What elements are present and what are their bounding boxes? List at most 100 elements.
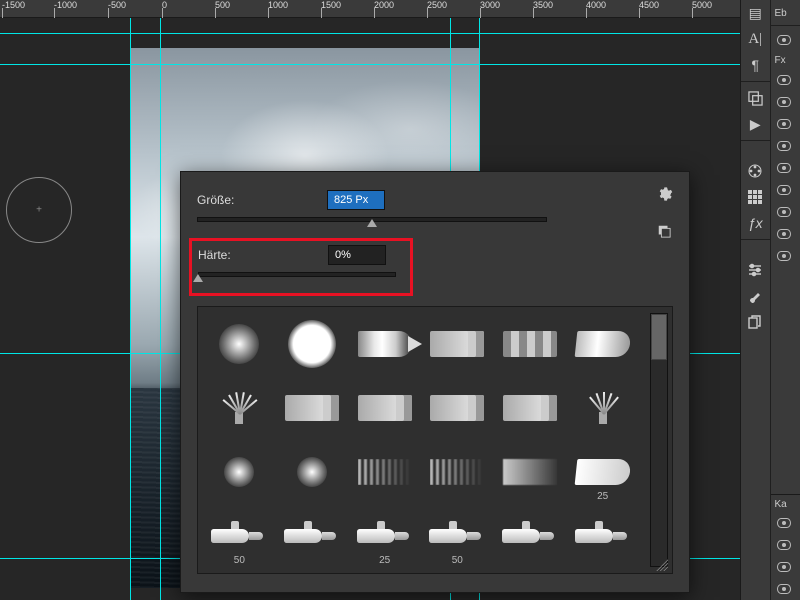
- eye-icon: [777, 562, 791, 572]
- fx-panel-tab[interactable]: Fx: [771, 51, 800, 69]
- eye-icon: [777, 35, 791, 45]
- panel-icon-character[interactable]: A|: [741, 26, 770, 52]
- brush-preset-airbrush-25[interactable]: 25: [349, 505, 420, 567]
- brush-preset-airbrush-50[interactable]: 50: [204, 505, 275, 567]
- brush-preset-airbrush[interactable]: [495, 505, 566, 567]
- brush-hardness-row: Härte:: [198, 245, 404, 265]
- brush-preset-soft-round[interactable]: [204, 441, 275, 503]
- channel-visibility-toggle[interactable]: [771, 512, 800, 534]
- ruler-tick-label: -1500: [2, 0, 25, 18]
- brush-list-scrollbar[interactable]: [650, 313, 668, 567]
- panel-menu-gear-icon[interactable]: [657, 186, 675, 204]
- scrollbar-thumb[interactable]: [651, 314, 667, 360]
- layer-visibility-toggle[interactable]: [771, 135, 800, 157]
- panel-icon-histogram[interactable]: ▤: [741, 0, 770, 26]
- layer-visibility-toggle[interactable]: [771, 69, 800, 91]
- brush-preset-flat[interactable]: [422, 377, 493, 439]
- guide-vertical[interactable]: [130, 18, 131, 600]
- brush-preset-flat[interactable]: [495, 377, 566, 439]
- slider-thumb-icon[interactable]: [367, 219, 377, 227]
- brush-preset-airbrush-50[interactable]: 50: [422, 505, 493, 567]
- brush-preset-soft-round[interactable]: [277, 441, 348, 503]
- brush-preset-fan[interactable]: [204, 377, 275, 439]
- channel-visibility-toggle[interactable]: [771, 578, 800, 600]
- panel-icon-swatches[interactable]: [741, 184, 770, 210]
- brush-preset-flat-tip[interactable]: [422, 313, 493, 375]
- brush-preset-soft-round[interactable]: [204, 313, 275, 375]
- brush-hardness-input[interactable]: [328, 245, 386, 265]
- slider-thumb-icon[interactable]: [193, 274, 203, 282]
- eye-icon: [777, 251, 791, 261]
- layer-visibility-toggle[interactable]: [771, 91, 800, 113]
- panel-icon-brushes[interactable]: [741, 283, 770, 309]
- eye-icon: [777, 185, 791, 195]
- layer-visibility-toggle[interactable]: [771, 113, 800, 135]
- layer-visibility-toggle[interactable]: [771, 179, 800, 201]
- channel-visibility-toggle[interactable]: [771, 534, 800, 556]
- eye-icon: [777, 97, 791, 107]
- eye-icon: [777, 540, 791, 550]
- guide-horizontal[interactable]: [0, 64, 740, 65]
- channel-visibility-toggle[interactable]: [771, 556, 800, 578]
- right-panel-dock: ▤ A| ¶ ▶ ƒx Eb Fx Ka: [740, 0, 800, 600]
- brush-preset-airbrush[interactable]: [567, 505, 638, 567]
- guide-horizontal[interactable]: [0, 33, 740, 34]
- panel-icon-actions[interactable]: ▶: [741, 111, 770, 137]
- layer-visibility-toggle[interactable]: [771, 157, 800, 179]
- channels-panel-tab[interactable]: Ka: [771, 494, 800, 512]
- brush-preset-hard-round[interactable]: [277, 313, 348, 375]
- brush-preset-panel: Größe: Härte:: [180, 171, 690, 593]
- ruler-tick-label: 4500: [639, 0, 659, 18]
- eye-icon: [777, 584, 791, 594]
- brush-cursor-preview: [6, 177, 72, 243]
- layers-panel-tab[interactable]: Eb: [771, 4, 800, 22]
- ruler-tick-label: 3000: [480, 0, 500, 18]
- brush-preset-striped-tip[interactable]: [495, 313, 566, 375]
- new-preset-icon[interactable]: [657, 224, 675, 242]
- eye-icon: [777, 119, 791, 129]
- eye-icon: [777, 163, 791, 173]
- brush-preset-fade-stroke[interactable]: [422, 441, 493, 503]
- brush-preset-flat[interactable]: [277, 377, 348, 439]
- brush-preset-chisel-tip[interactable]: [567, 313, 638, 375]
- panel-icon-paragraph[interactable]: ¶: [741, 52, 770, 78]
- panel-resize-grip-icon[interactable]: [656, 559, 668, 571]
- brush-size-input[interactable]: [327, 190, 385, 210]
- eye-icon: [777, 141, 791, 151]
- brush-size-row: Größe:: [197, 190, 673, 210]
- eye-icon: [777, 229, 791, 239]
- brush-hardness-highlight: Härte:: [189, 238, 413, 296]
- ruler-tick-label: 1500: [321, 0, 341, 18]
- eye-icon: [777, 207, 791, 217]
- layer-visibility-toggle[interactable]: [771, 245, 800, 267]
- brush-size-label: Größe:: [197, 193, 327, 207]
- panel-icon-adjustments[interactable]: [741, 257, 770, 283]
- layer-visibility-toggle[interactable]: [771, 201, 800, 223]
- brush-preset-flat[interactable]: [349, 377, 420, 439]
- brush-preset-fan[interactable]: [567, 377, 638, 439]
- layer-visibility-toggle[interactable]: [771, 29, 800, 51]
- panel-icon-color[interactable]: [741, 158, 770, 184]
- brush-preset-fade-stroke[interactable]: [349, 441, 420, 503]
- ruler-tick-label: 1000: [268, 0, 288, 18]
- panel-icon-clone-source[interactable]: [741, 309, 770, 335]
- brush-size-slider[interactable]: [197, 214, 547, 224]
- ruler-tick-label: 2000: [374, 0, 394, 18]
- panel-icon-navigator[interactable]: [741, 85, 770, 111]
- brush-preset-list: 25 50 25 50: [197, 306, 673, 574]
- ruler-tick-label: 2500: [427, 0, 447, 18]
- guide-vertical[interactable]: [160, 18, 161, 600]
- brush-preset-chisel-25[interactable]: 25: [567, 441, 638, 503]
- layer-visibility-toggle[interactable]: [771, 223, 800, 245]
- ruler-tick-label: 4000: [586, 0, 606, 18]
- brush-hardness-label: Härte:: [198, 248, 328, 262]
- brush-preset-fade-stroke[interactable]: [495, 441, 566, 503]
- ruler-tick-label: 5000: [692, 0, 712, 18]
- ruler-tick-label: 0: [162, 0, 167, 18]
- brush-hardness-slider[interactable]: [198, 269, 396, 279]
- ruler-tick-label: -1000: [54, 0, 77, 18]
- ruler-tick-label: 500: [215, 0, 230, 18]
- brush-preset-pointed-tip[interactable]: [349, 313, 420, 375]
- panel-icon-styles[interactable]: ƒx: [741, 210, 770, 236]
- brush-preset-airbrush[interactable]: [277, 505, 348, 567]
